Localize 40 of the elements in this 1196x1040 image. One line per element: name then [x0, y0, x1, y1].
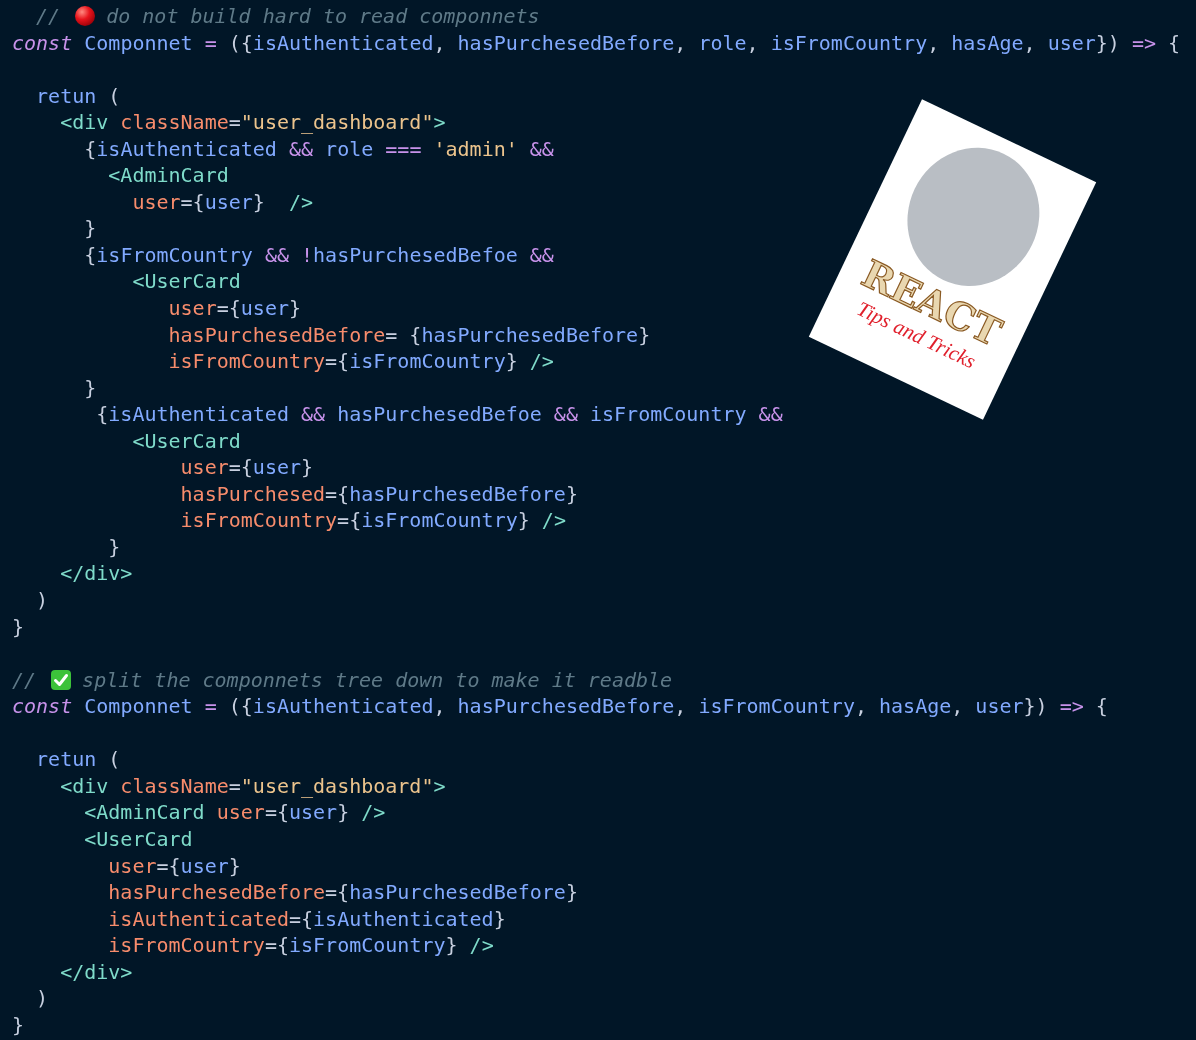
code-line: user={user}: [167, 295, 301, 322]
code-line: const Componnet = ({isAuthenticated, hasPurchesedBefore, role, isFromCountry, hasAge, user}) => {: [12, 29, 1181, 57]
code-line: }: [12, 613, 25, 641]
code-line: {isFromCountry && !hasPurchesedBefoe &&: [83, 241, 554, 269]
code-comment: split the componnets tree down to make it readble: [82, 666, 673, 694]
check-mark-icon: [50, 668, 73, 691]
code-line: hasPurchesedBefore={hasPurchesedBefore}: [107, 879, 578, 906]
code-line: }: [12, 1011, 25, 1039]
code-line: hasPurchesedBefore= {hasPurchesedBefore}: [167, 321, 651, 349]
code-line: {isAuthenticated && hasPurchesedBefoe && isFromCountry &&: [95, 401, 783, 428]
code-line: }: [107, 533, 121, 561]
code-line: user={user}: [179, 454, 314, 481]
code-line: user={user} />: [131, 188, 314, 216]
code-line: </div>: [59, 560, 133, 588]
code-line: ): [35, 587, 49, 614]
code-line: {isAuthenticated && role === 'admin' &&: [83, 135, 554, 163]
code-line: </div>: [59, 958, 133, 986]
code-line: hasPurchesed={hasPurchesedBefore}: [179, 480, 578, 508]
code-line: <UserCard: [131, 268, 241, 295]
code-line: <div className="user_dashboard">: [59, 772, 446, 800]
code-line: ): [35, 985, 49, 1012]
code-line: <AdminCard user={user} />: [83, 799, 386, 826]
code-line: retun (: [35, 746, 121, 773]
code-line: <AdminCard: [107, 162, 229, 189]
code-line: <UserCard: [131, 427, 241, 455]
code-line: <div className="user_dashboard">: [59, 109, 446, 136]
code-line: <UserCard: [83, 825, 193, 853]
stop-dot-icon: [74, 5, 97, 28]
code-line: isFromCountry={isFromCountry} />: [179, 507, 566, 534]
code-line: retun (: [35, 82, 121, 110]
code-comment: do not build hard to read componnets: [106, 3, 540, 30]
code-line: isFromCountry={isFromCountry} />: [107, 932, 494, 959]
code-line: isFromCountry={isFromCountry} />: [167, 348, 554, 375]
comment-marker: //: [12, 666, 37, 694]
code-line: const Componnet = ({isAuthenticated, hasPurchesedBefore, isFromCountry, hasAge, user}) => {: [12, 693, 1108, 720]
comment-marker: //: [35, 3, 61, 30]
code-line: }: [83, 374, 97, 402]
code-line: }: [83, 215, 97, 242]
code-line: isAuthenticated={isAuthenticated}: [107, 905, 506, 933]
code-line: user={user}: [107, 852, 241, 880]
